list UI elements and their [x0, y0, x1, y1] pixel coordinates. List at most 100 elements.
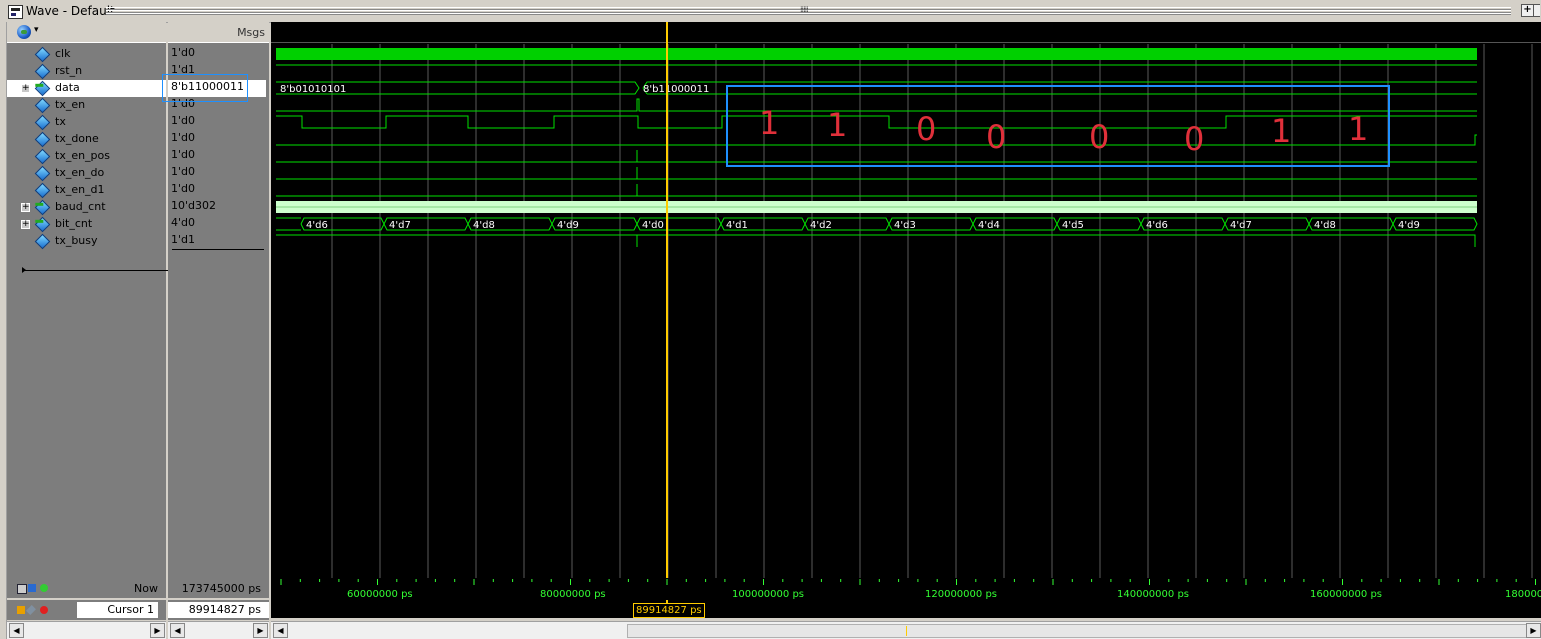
- monitor-icon[interactable]: [28, 584, 36, 592]
- clk-wave: [276, 48, 1477, 60]
- annotation-bit: 1: [827, 106, 847, 144]
- signal-name[interactable]: baud_cnt: [55, 200, 106, 213]
- cursor-bar[interactable]: 89914827 ps: [271, 600, 1541, 618]
- signal-icon: [34, 131, 51, 148]
- cursor-flag[interactable]: 89914827 ps: [633, 603, 705, 618]
- signal-name[interactable]: clk: [55, 47, 70, 60]
- signal-icon: [34, 63, 51, 80]
- data-bus-value: 8'b01010101: [280, 84, 346, 95]
- now-label: Now: [134, 582, 158, 595]
- time-label: 1800000: [1505, 589, 1541, 600]
- signal-name[interactable]: tx_en_d1: [55, 183, 105, 196]
- signal-name[interactable]: tx_en: [55, 98, 85, 111]
- signal-icon: [34, 182, 51, 199]
- signal-name[interactable]: tx_en_do: [55, 166, 104, 179]
- time-label: 120000000 ps: [925, 589, 997, 600]
- value-pane: Msgs 1'd0 1'd1 8'b11000011 1'd0 1'd0 1'd0 1'd0…: [168, 22, 269, 578]
- cursor-value[interactable]: 89914827 ps: [168, 602, 269, 618]
- value-pane-scrollbar[interactable]: ◀ ▶: [168, 621, 269, 639]
- zoom-icon[interactable]: [17, 584, 27, 594]
- signal-row[interactable]: tx_en: [7, 97, 166, 114]
- time-label: 60000000 ps: [347, 589, 413, 600]
- signal-name[interactable]: tx: [55, 115, 66, 128]
- bit-cnt-value: 4'd9: [1398, 220, 1420, 231]
- bus-signal-icon: [34, 80, 51, 97]
- wave-pane[interactable]: 8'b01010101 8'b11000011 4'd6 4'd7 4'd8 4'd9 4'…: [271, 22, 1541, 578]
- lock-icon[interactable]: [17, 606, 25, 614]
- tx-busy-wave: [276, 234, 1476, 247]
- time-axis[interactable]: 60000000 ps 80000000 ps 100000000 ps 120…: [271, 578, 1541, 600]
- signal-row[interactable]: tx: [7, 114, 166, 131]
- signal-row[interactable]: + data: [7, 80, 166, 97]
- waveform-canvas[interactable]: 8'b01010101 8'b11000011 4'd6 4'd7 4'd8 4'd9 4'…: [271, 22, 1541, 578]
- signal-value[interactable]: 1'd0: [171, 182, 195, 199]
- signal-row[interactable]: rst_n: [7, 63, 166, 80]
- signal-value[interactable]: 1'd0: [171, 46, 195, 63]
- bit-cnt-value: 4'd0: [642, 220, 664, 231]
- signal-name[interactable]: tx_busy: [55, 234, 98, 247]
- signal-name[interactable]: tx_en_pos: [55, 149, 110, 162]
- signal-row[interactable]: tx_en_do: [7, 165, 166, 182]
- signal-value[interactable]: 1'd1: [171, 233, 195, 250]
- signal-row[interactable]: tx_done: [7, 131, 166, 148]
- signal-name[interactable]: bit_cnt: [55, 217, 92, 230]
- value-insertion-marker: [172, 249, 264, 250]
- titlebar-drag-groove[interactable]: [106, 7, 1511, 15]
- signal-value[interactable]: 10'd302: [171, 199, 216, 216]
- signal-value[interactable]: 1'd0: [171, 114, 195, 131]
- tx-wave: [276, 115, 1477, 129]
- scroll-right-button[interactable]: ▶: [253, 623, 268, 638]
- signal-value-text: 1'd0: [171, 182, 196, 195]
- signal-value[interactable]: 1'd0: [171, 165, 195, 182]
- bit-cnt-value: 4'd6: [1146, 220, 1168, 231]
- signal-row[interactable]: clk: [7, 46, 166, 63]
- signal-row[interactable]: tx_en_d1: [7, 182, 166, 199]
- signal-name[interactable]: tx_done: [55, 132, 99, 145]
- signal-value[interactable]: 1'd0: [171, 148, 195, 165]
- add-cursor-icon[interactable]: [40, 584, 48, 592]
- delete-cursor-icon[interactable]: [40, 606, 48, 614]
- expand-toggle-icon[interactable]: +: [21, 84, 30, 93]
- titlebar-grip-icon[interactable]: ⁞⁞⁞⁞⁞: [800, 5, 809, 14]
- now-row: Now: [7, 578, 166, 598]
- cursor-value-cell[interactable]: 89914827 ps: [168, 600, 269, 620]
- now-value-cell: 173745000 ps: [168, 578, 269, 598]
- scrollbar-thumb[interactable]: [627, 624, 1531, 638]
- signal-row[interactable]: + bit_cnt: [7, 216, 166, 233]
- signal-name[interactable]: data: [55, 81, 80, 94]
- signal-value[interactable]: 4'd0: [171, 216, 195, 233]
- expand-toggle-icon[interactable]: +: [21, 203, 30, 212]
- scroll-right-button[interactable]: ▶: [1526, 623, 1541, 638]
- more-button[interactable]: [1533, 4, 1540, 17]
- scroll-left-button[interactable]: ◀: [170, 623, 185, 638]
- bit-cnt-value: 4'd7: [389, 220, 411, 231]
- tx-done-wave: [276, 134, 1477, 146]
- wave-pane-scrollbar[interactable]: ◀ ▶: [271, 621, 1541, 639]
- cursor-row[interactable]: Cursor 1: [7, 600, 166, 620]
- signal-value[interactable]: 1'd0: [171, 131, 195, 148]
- globe-icon[interactable]: [17, 25, 31, 39]
- bit-cnt-value: 4'd1: [726, 220, 748, 231]
- signal-value-text: 1'd0: [171, 148, 196, 161]
- chevron-down-icon[interactable]: ▾: [34, 25, 39, 35]
- bit-cnt-value: 4'd7: [1230, 220, 1252, 231]
- window-titlebar: Wave - Default ⁞⁞⁞⁞⁞ +: [0, 0, 1541, 23]
- annotation-bit: 0: [986, 118, 1006, 156]
- tx-en-wave: [276, 98, 1477, 112]
- cursor-label[interactable]: Cursor 1: [77, 602, 158, 618]
- name-pane-scrollbar[interactable]: ◀ ▶: [7, 621, 166, 639]
- scroll-left-button[interactable]: ◀: [9, 623, 24, 638]
- bit-cnt-value: 4'd3: [894, 220, 916, 231]
- left-dock-handle[interactable]: [0, 22, 7, 639]
- signal-row[interactable]: + baud_cnt: [7, 199, 166, 216]
- signal-value-text: 1'd0: [171, 165, 196, 178]
- signal-icon: [34, 233, 51, 250]
- scroll-right-button[interactable]: ▶: [150, 623, 165, 638]
- signal-row[interactable]: tx_busy: [7, 233, 166, 250]
- footer: Now 173745000 ps Cursor 1 89914827 ps 60…: [7, 578, 1541, 621]
- signal-row[interactable]: tx_en_pos: [7, 148, 166, 165]
- expand-toggle-icon[interactable]: +: [21, 220, 30, 229]
- signal-name[interactable]: rst_n: [55, 64, 82, 77]
- scroll-left-button[interactable]: ◀: [273, 623, 288, 638]
- wrench-icon[interactable]: [26, 605, 36, 615]
